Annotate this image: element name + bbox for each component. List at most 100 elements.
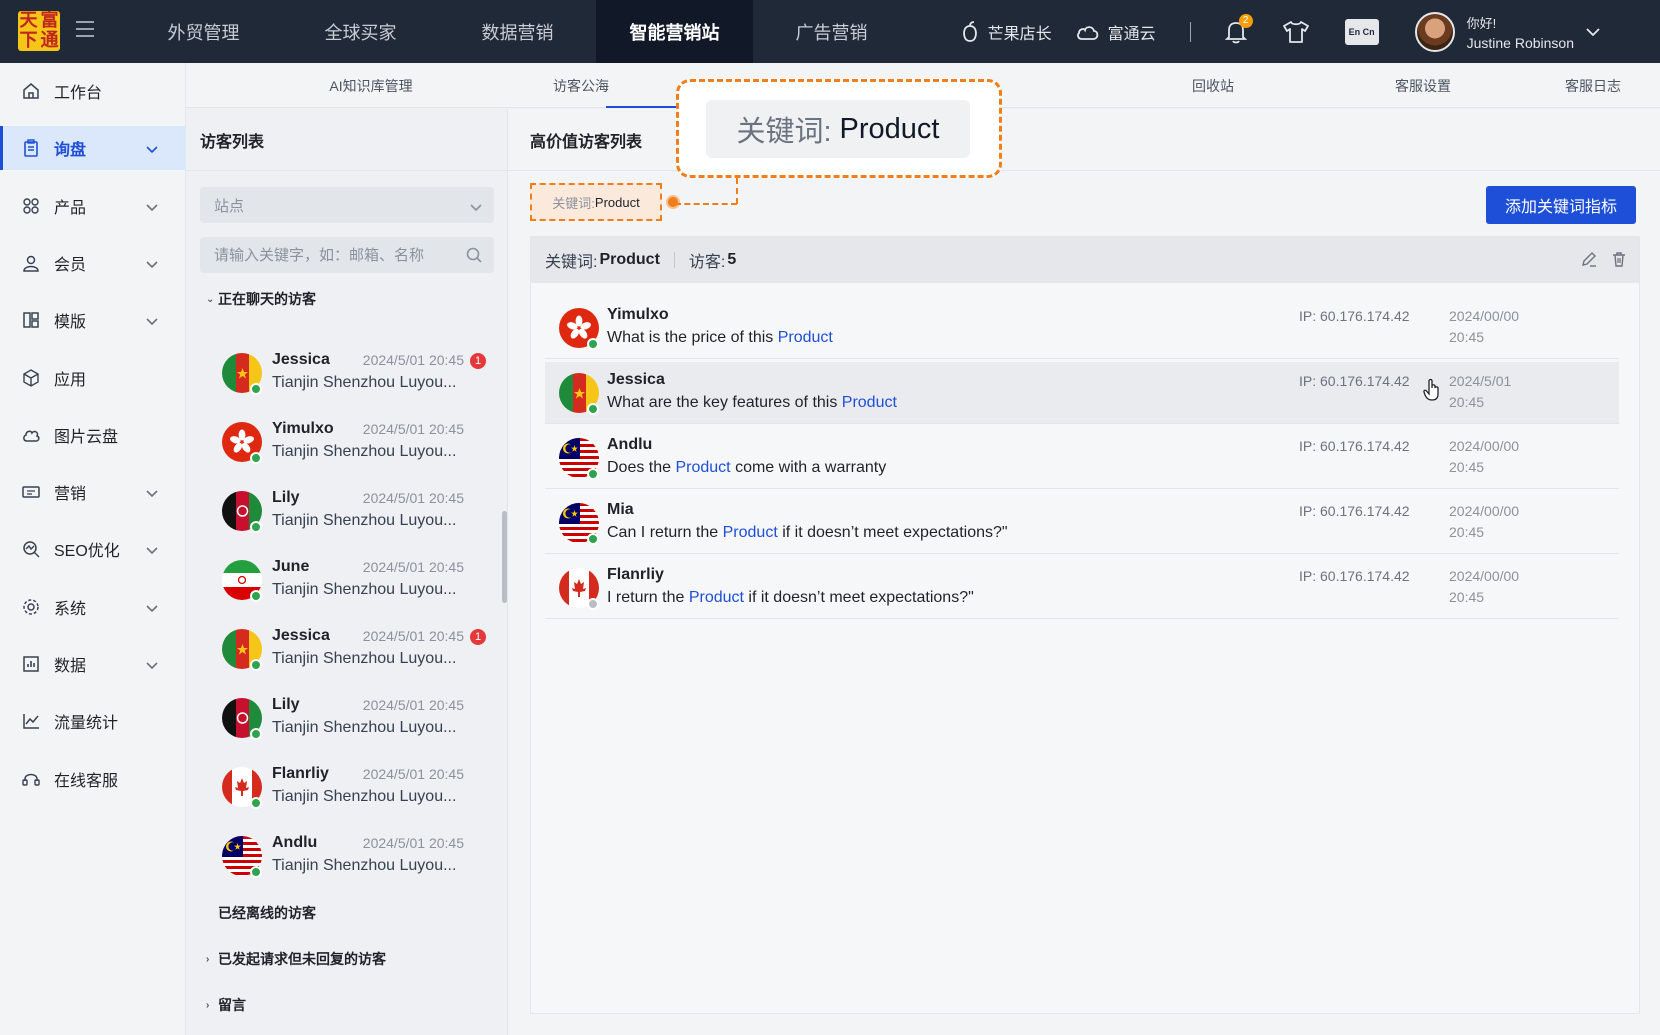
group-label: 已经离线的访客: [218, 905, 316, 921]
visitor-list-item[interactable]: Jessica 2024/5/01 20:45 1 Tianjin Shenzhou …: [222, 347, 488, 409]
brand-logo[interactable]: 天 富 下 通: [18, 11, 60, 51]
visitor-time: 2024/5/01 20:45: [362, 490, 464, 506]
visitor-name: June: [272, 558, 310, 575]
sidebar-item-traffic-stats[interactable]: 流量统计: [0, 699, 186, 743]
online-status-dot: [250, 659, 262, 671]
high-value-visitor-row[interactable]: Jessica What are the key features of this…: [545, 362, 1619, 424]
message-text: Does the: [607, 459, 676, 476]
user-avatar[interactable]: [1414, 11, 1455, 52]
visitor-list-item[interactable]: Jessica 2024/5/01 20:45 1 Tianjin Shenzhou …: [222, 623, 488, 685]
nav-ad-marketing[interactable]: 广告营销: [753, 0, 910, 63]
top-bar: 天 富 下 通 外贸管理 全球买家 数据营销 智能营销站 广告营销 芒果店长 富…: [0, 0, 1660, 63]
sidebar-item-seo[interactable]: SEO优化: [0, 527, 186, 571]
sidebar-item-data[interactable]: 数据: [0, 642, 186, 686]
high-value-visitor-row[interactable]: Andlu Does the Product come with a warran…: [545, 427, 1619, 489]
sidebar-item-image-cloud[interactable]: 图片云盘: [0, 413, 186, 457]
sidebar-item-online-service[interactable]: 在线客服: [0, 757, 186, 801]
keyword-panel-header: 关键词: Product 访客: 5: [531, 237, 1639, 283]
sidebar-item-products[interactable]: 产品: [0, 184, 186, 228]
visitor-ip: IP: 60.176.174.42: [1299, 503, 1410, 519]
site-select[interactable]: 站点: [200, 187, 494, 223]
visitor-ip: IP: 60.176.174.42: [1299, 373, 1410, 389]
add-keyword-button[interactable]: 添加关键词指标: [1486, 186, 1636, 224]
tab-ai-knowledge[interactable]: AI知识库管理: [266, 63, 476, 108]
visitor-name: Yimulxo: [607, 306, 669, 323]
callout-connector: [736, 178, 738, 204]
caret-down-icon: ⌄: [206, 293, 215, 305]
sidebar-item-label: 工作台: [54, 85, 103, 102]
group-offline[interactable]: 已经离线的访客: [206, 903, 316, 923]
visitor-name: Jessica: [272, 627, 330, 644]
sidebar-item-marketing[interactable]: 营销: [0, 470, 186, 514]
group-messages[interactable]: › 留言: [206, 995, 246, 1015]
keyword-value: Product: [599, 251, 660, 268]
cloud-icon: [22, 426, 40, 444]
sidebar-item-system[interactable]: 系统: [0, 585, 186, 629]
edit-icon[interactable]: [1581, 251, 1597, 267]
caret-right-icon: ›: [206, 999, 210, 1011]
sidebar-item-apps[interactable]: 应用: [0, 356, 186, 400]
shop-manager-link[interactable]: 芒果店长: [960, 20, 1052, 44]
sidebar-item-label: 会员: [54, 256, 87, 274]
sidebar-item-templates[interactable]: 模版: [0, 298, 186, 342]
visitor-list-item[interactable]: Andlu 2024/5/01 20:45 Tianjin Shenzhou Luy…: [222, 830, 488, 892]
top-right-tools: 芒果店长 富通云 2 En Cn 你好! Justine Robinson: [960, 0, 1660, 63]
tab-service-log[interactable]: 客服日志: [1528, 63, 1658, 108]
visitor-company: Tianjin Shenzhou Luyou...: [272, 788, 457, 805]
language-icon: En Cn: [1344, 18, 1379, 45]
nav-data-marketing[interactable]: 数据营销: [439, 0, 596, 63]
visit-date: 2024/5/01: [1449, 373, 1512, 389]
visitor-name: Mia: [607, 501, 634, 518]
user-info[interactable]: 你好! Justine Robinson: [1467, 13, 1574, 51]
tab-recycle-bin[interactable]: 回收站: [1108, 63, 1318, 108]
group-chatting[interactable]: ⌄ 正在聊天的访客: [206, 289, 316, 309]
chevron-down-icon[interactable]: [1586, 27, 1600, 36]
nav-foreign-trade[interactable]: 外贸管理: [125, 0, 282, 63]
logo-char: 下: [19, 30, 38, 51]
visitor-company: Tianjin Shenzhou Luyou...: [272, 650, 457, 667]
panel-tools: [1581, 251, 1627, 267]
sidebar: 工作台询盘产品会员模版应用图片云盘营销 SEO优化系统数据流量统计在线客服: [0, 63, 186, 1035]
language-switch[interactable]: En Cn: [1344, 18, 1379, 45]
logo-char: 天: [19, 11, 38, 31]
visitor-list-item[interactable]: Yimulxo 2024/5/01 20:45 Tianjin Shenzhou L…: [222, 416, 488, 478]
nav-smart-marketing-site[interactable]: 智能营销站: [596, 0, 753, 63]
cloud-link[interactable]: 富通云: [1076, 20, 1156, 44]
visitor-list-item[interactable]: Flanrliy 2024/5/01 20:45 Tianjin Shenzhou …: [222, 761, 488, 823]
trash-icon[interactable]: [1611, 251, 1627, 267]
message-text: if it doesn’t meet expectations?": [777, 524, 1008, 541]
visit-time: 20:45: [1449, 459, 1485, 475]
keyword-tag[interactable]: 关键词: Product: [530, 183, 662, 221]
sidebar-item-workbench[interactable]: 工作台: [0, 69, 186, 113]
high-value-visitor-row[interactable]: Yimulxo What is the price of this Product…: [545, 297, 1619, 359]
high-value-visitor-row[interactable]: Mia Can I return the Product if it doesn’…: [545, 492, 1619, 554]
online-status-dot: [250, 728, 262, 740]
tshirt-button[interactable]: [1282, 20, 1309, 43]
group-requested[interactable]: › 已发起请求但未回复的访客: [206, 949, 386, 969]
visitors-count-value: 5: [727, 251, 737, 268]
online-status-dot: [250, 866, 262, 878]
visitor-list-item[interactable]: June 2024/5/01 20:45 Tianjin Shenzhou Luyo…: [222, 554, 488, 616]
keyword-tag-label: 关键词:: [552, 195, 595, 211]
online-status-dot: [250, 590, 262, 602]
visitor-message: I return the Product if it doesn’t meet …: [607, 589, 974, 607]
status-dot: [587, 598, 599, 610]
sidebar-item-inquiry[interactable]: 询盘: [0, 126, 186, 171]
sidebar-item-label: 应用: [54, 371, 87, 389]
online-status-dot: [250, 383, 262, 395]
visitor-list-item[interactable]: Lily 2024/5/01 20:45 Tianjin Shenzhou Luyo…: [222, 485, 488, 547]
scrollbar[interactable]: [502, 511, 507, 603]
visitor-list-item[interactable]: Lily 2024/5/01 20:45 Tianjin Shenzhou Luyo…: [222, 692, 488, 754]
notifications-button[interactable]: 2: [1224, 13, 1253, 44]
high-value-visitor-row[interactable]: Flanrliy I return the Product if it doesn…: [545, 557, 1619, 619]
search-icon[interactable]: [466, 247, 482, 268]
sidebar-item-members[interactable]: 会员: [0, 241, 186, 285]
menu-icon[interactable]: [76, 21, 94, 37]
nav-global-buyers[interactable]: 全球买家: [282, 0, 439, 63]
visitor-time: 2024/5/01 20:45: [362, 421, 464, 437]
tab-service-settings[interactable]: 客服设置: [1318, 63, 1528, 108]
message-text: come with a warranty: [730, 459, 887, 476]
visitor-search-input[interactable]: [200, 238, 450, 272]
keyword-tag-value: Product: [594, 194, 640, 210]
template-icon: [22, 311, 40, 329]
